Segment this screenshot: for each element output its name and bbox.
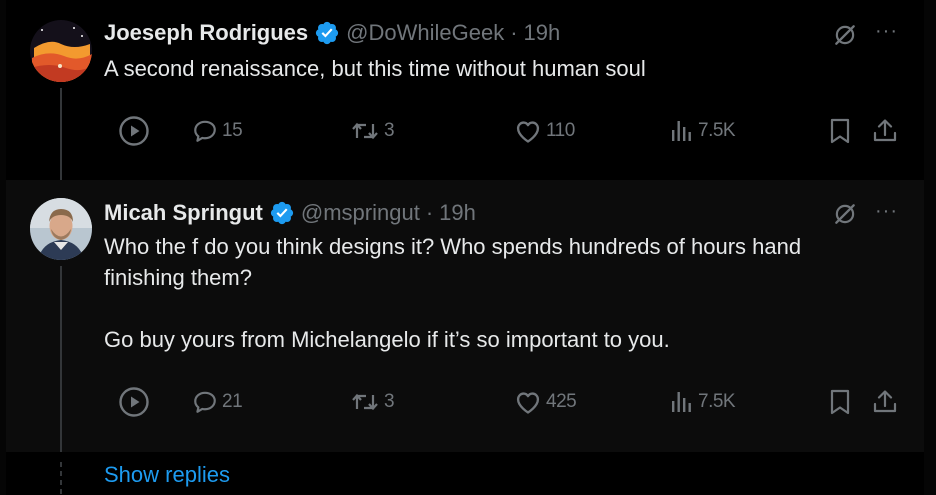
like-icon xyxy=(516,121,540,143)
like-button[interactable]: 425 xyxy=(514,382,577,422)
tweet-text: Who the f do you think designs it? Who s… xyxy=(104,231,884,355)
like-icon xyxy=(516,392,540,414)
reply-count: 15 xyxy=(222,120,243,141)
tweet-text: A second renaissance, but this time with… xyxy=(104,53,884,84)
avatar[interactable] xyxy=(30,20,92,82)
views-button[interactable]: 7.5K xyxy=(670,111,736,151)
share-icon xyxy=(873,390,897,413)
action-bar: 21 3 425 7.5K xyxy=(6,382,924,422)
repost-button[interactable]: 3 xyxy=(350,382,395,422)
author-name[interactable]: Joeseph Rodrigues xyxy=(104,20,308,46)
timeline: Joeseph Rodrigues @DoWhileGeek · 19h ···… xyxy=(6,0,924,495)
author-name[interactable]: Micah Springut xyxy=(104,200,263,226)
show-replies-link[interactable]: Show replies xyxy=(104,462,230,488)
play-button[interactable] xyxy=(118,111,150,151)
bookmark-icon xyxy=(830,389,850,415)
view-count: 7.5K xyxy=(698,120,736,141)
author-handle[interactable]: @mspringut xyxy=(301,200,420,226)
sunset-landscape-avatar-icon xyxy=(30,20,92,82)
grok-icon[interactable] xyxy=(832,201,858,227)
tweet-header: Joeseph Rodrigues @DoWhileGeek · 19h xyxy=(104,20,560,46)
separator-dot: · xyxy=(510,20,518,45)
repost-count: 3 xyxy=(384,391,395,412)
tweet-paragraph: Go buy yours from Michelangelo if it’s s… xyxy=(104,327,670,352)
views-icon xyxy=(672,392,691,412)
grok-icon[interactable] xyxy=(832,22,858,48)
reply-icon xyxy=(194,120,216,142)
tweet-header: Micah Springut @mspringut · 19h xyxy=(104,200,476,226)
repost-count: 3 xyxy=(384,120,395,141)
avatar[interactable] xyxy=(30,198,92,260)
play-button[interactable] xyxy=(118,382,150,422)
timestamp[interactable]: 19h xyxy=(524,20,561,46)
author-handle[interactable]: @DoWhileGeek xyxy=(346,20,504,46)
like-count: 110 xyxy=(546,120,575,141)
like-count: 425 xyxy=(546,391,577,412)
reply-button[interactable]: 21 xyxy=(192,382,243,422)
play-icon xyxy=(119,387,149,417)
share-button[interactable] xyxy=(872,111,898,151)
tweet-paragraph: Who the f do you think designs it? Who s… xyxy=(104,234,802,290)
bookmark-button[interactable] xyxy=(828,111,852,151)
views-icon xyxy=(672,121,691,141)
verified-badge-icon[interactable] xyxy=(314,20,340,46)
tweet[interactable]: Joeseph Rodrigues @DoWhileGeek · 19h ···… xyxy=(6,0,924,180)
play-icon xyxy=(119,116,149,146)
thread-line xyxy=(60,266,62,452)
bookmark-button[interactable] xyxy=(828,382,852,422)
more-icon[interactable]: ··· xyxy=(875,20,898,43)
person-photo-avatar-icon xyxy=(30,198,92,260)
views-button[interactable]: 7.5K xyxy=(670,382,736,422)
reply-count: 21 xyxy=(222,391,243,412)
timestamp[interactable]: 19h xyxy=(439,200,476,226)
separator-dot: · xyxy=(425,200,434,225)
share-icon xyxy=(873,119,897,142)
repost-icon xyxy=(352,393,378,411)
thread-continuation-dots xyxy=(60,462,62,495)
like-button[interactable]: 110 xyxy=(514,111,575,151)
share-button[interactable] xyxy=(872,382,898,422)
repost-icon xyxy=(352,122,378,140)
reply-icon xyxy=(194,391,216,413)
view-count: 7.5K xyxy=(698,391,736,412)
repost-button[interactable]: 3 xyxy=(350,111,395,151)
reply-button[interactable]: 15 xyxy=(192,111,243,151)
more-icon[interactable]: ··· xyxy=(875,200,898,223)
tweet[interactable]: Micah Springut @mspringut · 19h ··· Who … xyxy=(6,180,924,452)
tweet-paragraph: A second renaissance, but this time with… xyxy=(104,56,646,81)
verified-badge-icon[interactable] xyxy=(269,200,295,226)
action-bar: 15 3 110 7.5K xyxy=(6,111,924,151)
bookmark-icon xyxy=(830,118,850,144)
